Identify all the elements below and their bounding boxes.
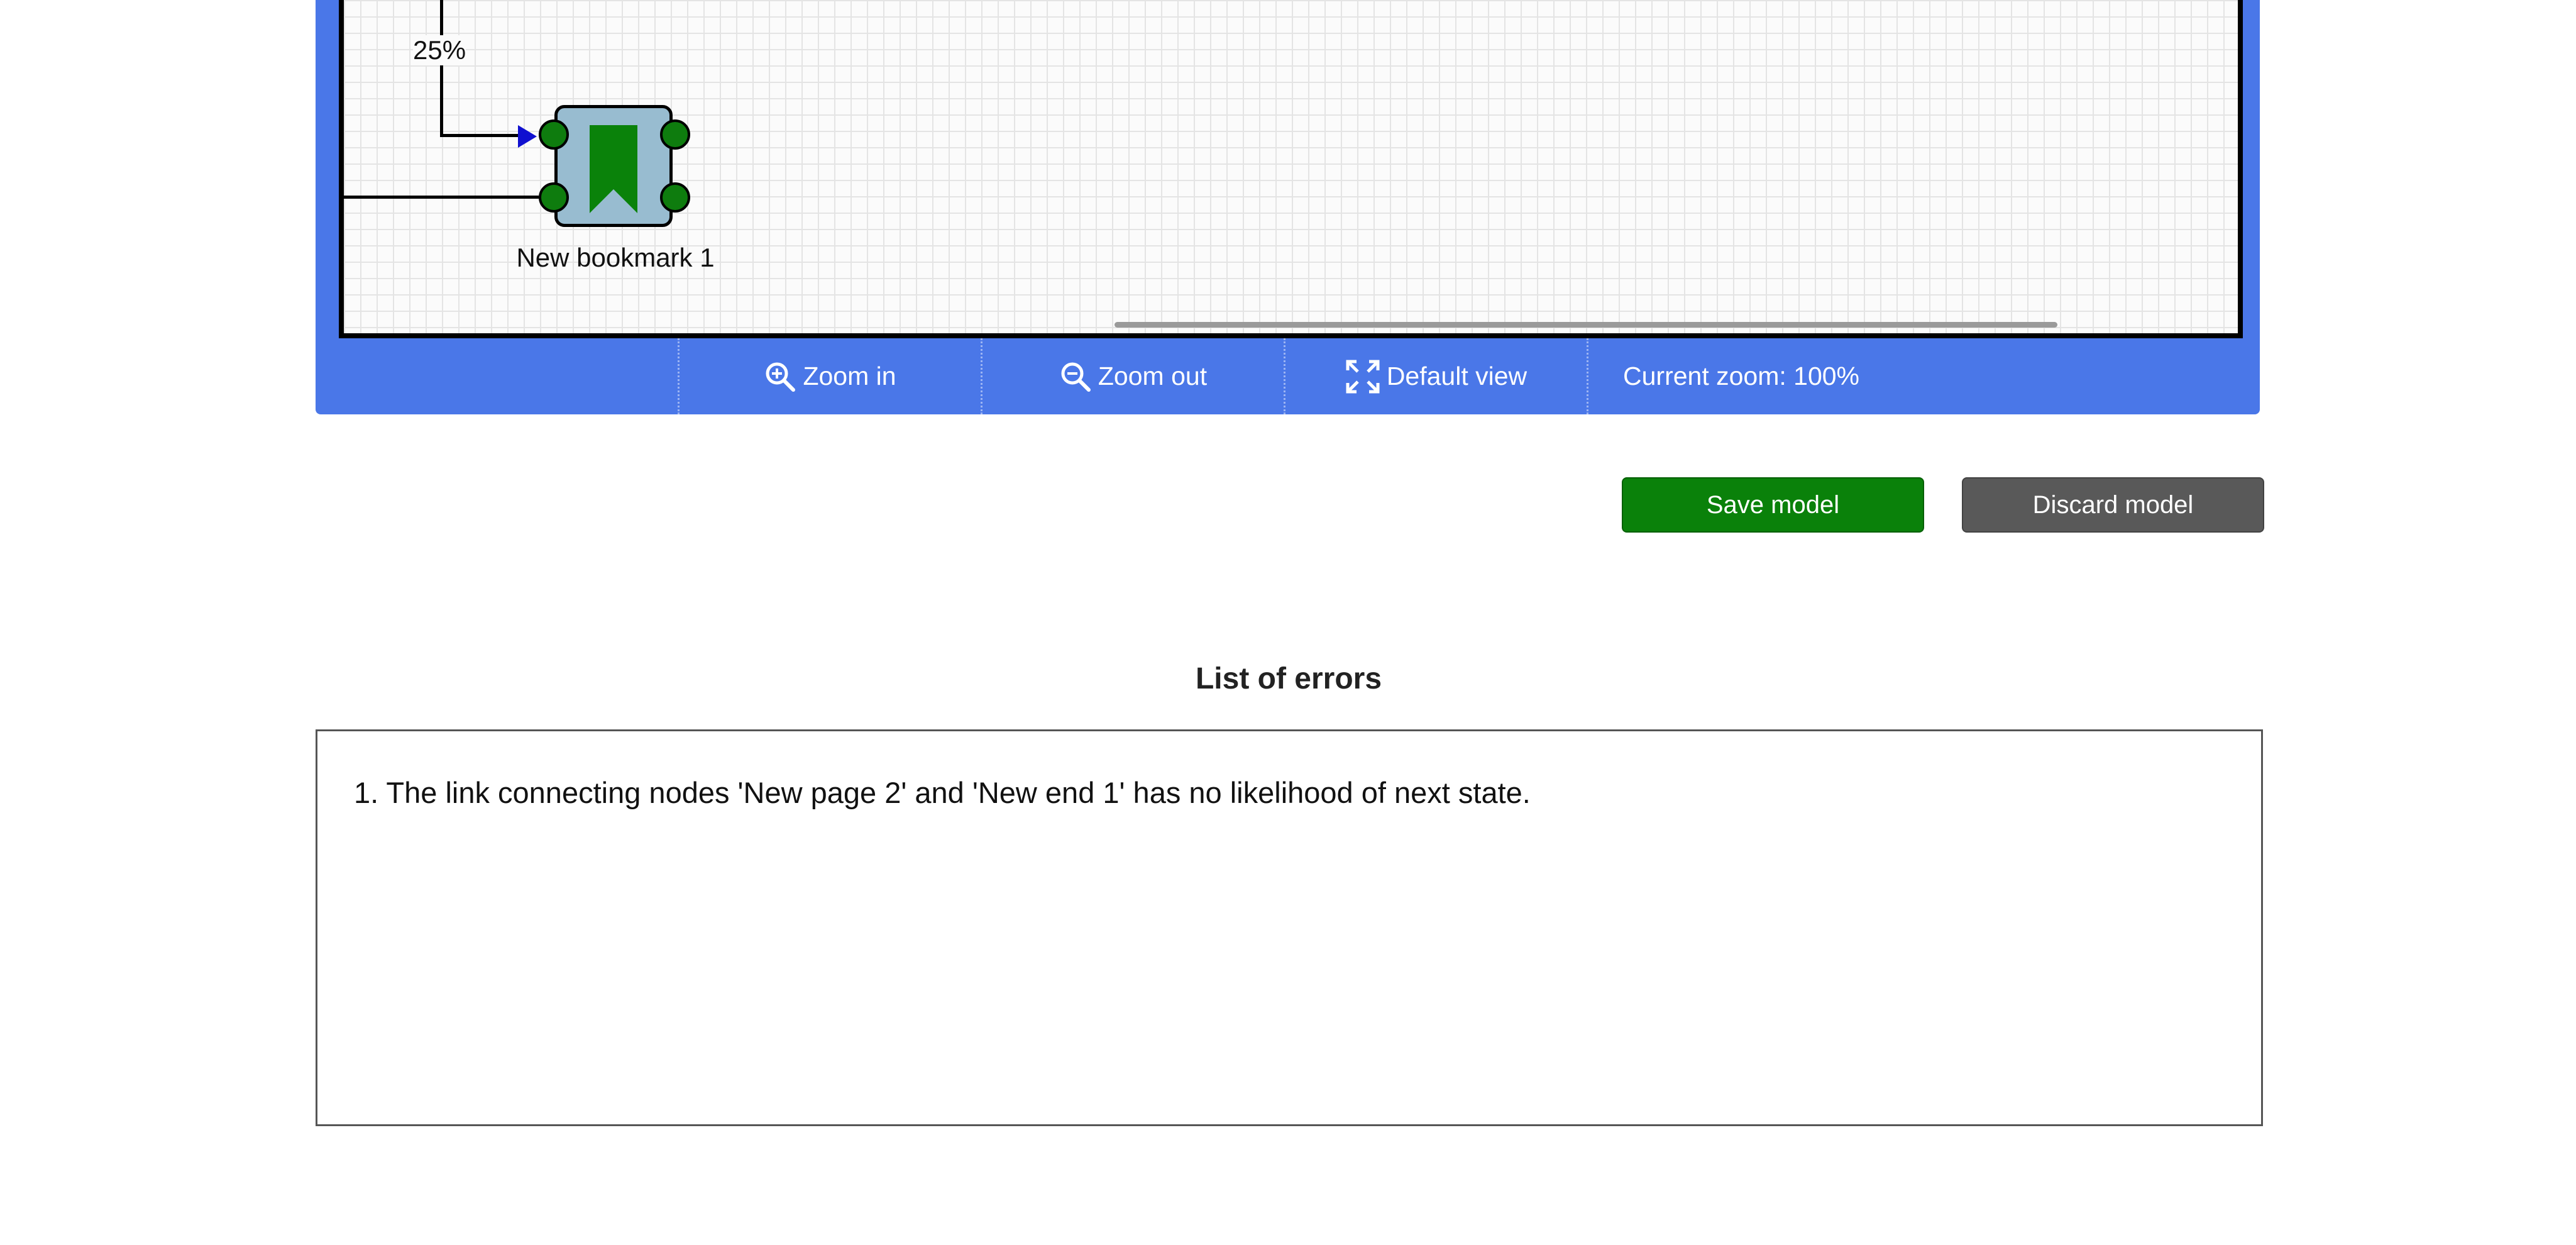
expand-icon — [1346, 360, 1380, 393]
link-edge-vertical[interactable] — [440, 0, 443, 136]
default-view-label: Default view — [1386, 362, 1527, 390]
zoom-in-button[interactable]: Zoom in — [680, 338, 981, 414]
node-port-bottom-left[interactable] — [539, 182, 569, 213]
link-probability-label[interactable]: 25% — [413, 35, 466, 65]
zoom-in-label: Zoom in — [803, 362, 896, 390]
current-zoom-readout: Current zoom: 100% — [1623, 362, 1860, 390]
link-edge-incoming[interactable] — [344, 196, 539, 199]
node-port-top-left[interactable] — [539, 119, 569, 150]
node-port-bottom-right[interactable] — [660, 182, 690, 213]
link-edge-horizontal[interactable] — [440, 134, 522, 137]
zoom-toolbar: Zoom in Zoom out Default view Current zo… — [316, 338, 2260, 414]
node-port-top-right[interactable] — [660, 119, 690, 150]
save-model-button[interactable]: Save model — [1622, 477, 1924, 533]
toolbar-divider — [1587, 338, 1588, 414]
bookmark-icon — [590, 125, 637, 213]
default-view-button[interactable]: Default view — [1285, 338, 1587, 414]
zoom-out-button[interactable]: Zoom out — [983, 338, 1284, 414]
node-label: New bookmark 1 — [516, 243, 715, 272]
canvas-horizontal-scrollbar[interactable] — [1115, 322, 2057, 328]
error-item: 1. The link connecting nodes 'New page 2… — [354, 776, 1531, 809]
zoom-in-icon — [766, 362, 796, 392]
model-canvas[interactable]: 25% New bookmark 1 — [339, 0, 2243, 338]
model-editor-panel: 25% New bookmark 1 Zoom in Zoom out Defa… — [316, 0, 2260, 414]
zoom-out-icon — [1061, 362, 1091, 392]
bookmark-node[interactable] — [554, 105, 673, 227]
errors-list: 1. The link connecting nodes 'New page 2… — [316, 729, 2263, 1126]
discard-model-button[interactable]: Discard model — [1962, 477, 2264, 533]
errors-heading: List of errors — [1195, 662, 1382, 695]
zoom-out-label: Zoom out — [1098, 362, 1208, 390]
link-arrow-head — [518, 125, 537, 148]
